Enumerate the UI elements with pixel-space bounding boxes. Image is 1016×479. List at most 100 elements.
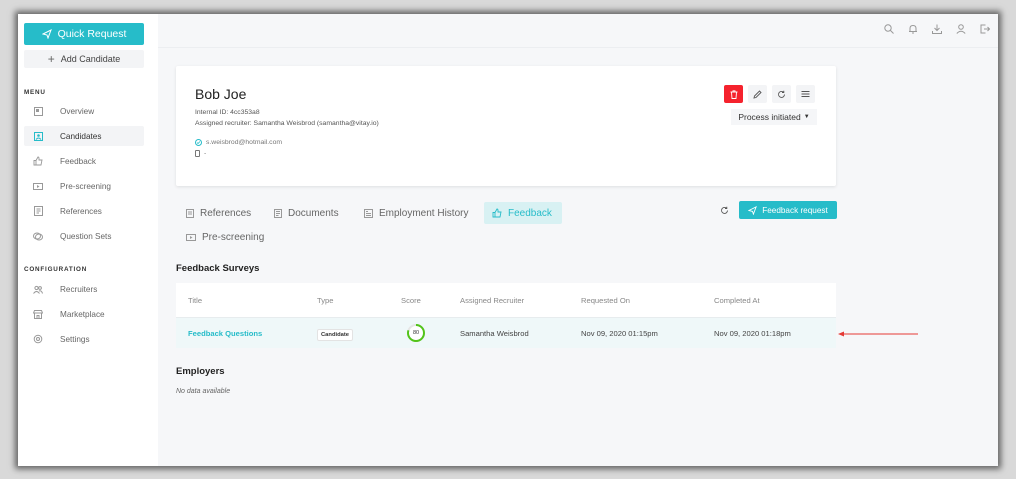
document-icon bbox=[274, 208, 282, 218]
sidebar-item-references[interactable]: References bbox=[24, 201, 144, 221]
employers-empty-message: No data available bbox=[176, 388, 231, 395]
users-icon bbox=[32, 283, 44, 295]
sidebar: Quick Request + Add Candidate MENU Overv… bbox=[18, 14, 158, 466]
tab-label: Feedback bbox=[508, 207, 552, 219]
topbar-icons bbox=[883, 23, 990, 34]
refresh-icon bbox=[778, 90, 785, 98]
candidate-email[interactable]: s.weisbrod@hotmail.com bbox=[206, 139, 282, 146]
survey-requested-on-cell: Nov 09, 2020 01:15pm bbox=[581, 328, 658, 338]
sidebar-item-label: Feedback bbox=[60, 156, 96, 166]
plus-icon: + bbox=[47, 52, 55, 66]
survey-type-badge: Candidate bbox=[317, 328, 354, 341]
tab-label: Employment History bbox=[379, 207, 469, 219]
table-header: Title Type Score Assigned Recruiter Requ… bbox=[176, 283, 836, 317]
thumbs-up-icon bbox=[492, 208, 502, 218]
tab-references[interactable]: References bbox=[178, 202, 259, 224]
reference-icon bbox=[32, 205, 44, 217]
sidebar-item-label: References bbox=[60, 206, 102, 216]
column-header-score: Score bbox=[401, 295, 421, 305]
sidebar-item-settings[interactable]: Settings bbox=[24, 329, 144, 349]
sidebar-item-label: Recruiters bbox=[60, 284, 98, 294]
sidebar-item-label: Candidates bbox=[60, 131, 102, 141]
sidebar-item-pre-screening[interactable]: Pre-screening bbox=[24, 176, 144, 196]
sidebar-item-label: Overview bbox=[60, 106, 95, 116]
tab-label: Pre-screening bbox=[202, 231, 265, 243]
feedback-request-button[interactable]: Feedback request bbox=[739, 201, 837, 219]
candidate-phone: - bbox=[204, 150, 207, 157]
refresh-candidate-button[interactable] bbox=[772, 85, 791, 103]
delete-button[interactable] bbox=[724, 85, 743, 103]
sidebar-item-label: Marketplace bbox=[60, 309, 105, 319]
tab-label: Documents bbox=[288, 207, 339, 219]
email-icon bbox=[195, 139, 202, 146]
column-header-type: Type bbox=[317, 295, 334, 305]
tab-employment-history[interactable]: Employment History bbox=[356, 202, 476, 224]
edit-button[interactable] bbox=[748, 85, 767, 103]
overview-icon bbox=[32, 105, 44, 117]
sidebar-item-recruiters[interactable]: Recruiters bbox=[24, 279, 144, 299]
employers-heading: Employers bbox=[176, 366, 225, 377]
candidate-assigned-recruiter: Assigned recruiter: Samantha Weisbrod (s… bbox=[195, 120, 379, 127]
configuration-section-label: CONFIGURATION bbox=[24, 266, 88, 273]
status-dropdown[interactable]: Process initiated ▼ bbox=[731, 109, 817, 125]
feedback-surveys-table: Title Type Score Assigned Recruiter Requ… bbox=[176, 283, 836, 348]
send-icon bbox=[41, 29, 52, 39]
column-header-completed-at: Completed At bbox=[714, 295, 760, 305]
candidate-email-row: s.weisbrod@hotmail.com bbox=[195, 139, 282, 146]
table-row[interactable]: Feedback Questions Candidate 80 Samantha… bbox=[176, 317, 836, 348]
trash-icon bbox=[730, 89, 737, 99]
phone-icon bbox=[195, 150, 200, 157]
refresh-feedback-button[interactable] bbox=[718, 204, 730, 216]
tab-pre-screening[interactable]: Pre-screening bbox=[178, 226, 272, 248]
topbar-divider bbox=[158, 47, 998, 48]
briefcase-icon bbox=[364, 208, 373, 218]
tab-label: References bbox=[200, 207, 252, 219]
add-candidate-label: Add Candidate bbox=[60, 54, 121, 64]
menu-button[interactable] bbox=[796, 85, 815, 103]
candidates-icon bbox=[32, 130, 44, 142]
sidebar-item-label: Settings bbox=[60, 334, 90, 344]
list-icon bbox=[801, 91, 810, 97]
question-sets-icon bbox=[32, 230, 44, 242]
sidebar-item-overview[interactable]: Overview bbox=[24, 101, 144, 121]
refresh-icon bbox=[720, 206, 728, 214]
quick-request-button[interactable]: Quick Request bbox=[24, 23, 144, 45]
logout-icon[interactable] bbox=[979, 23, 990, 34]
candidate-name: Bob Joe bbox=[195, 86, 247, 102]
survey-completed-at-cell: Nov 09, 2020 01:18pm bbox=[714, 328, 791, 338]
video-icon bbox=[32, 180, 44, 192]
score-value: 80 bbox=[412, 330, 420, 336]
app-window: Quick Request + Add Candidate MENU Overv… bbox=[18, 14, 998, 466]
sidebar-item-label: Question Sets bbox=[60, 231, 112, 241]
user-icon[interactable] bbox=[955, 23, 966, 34]
feedback-request-label: Feedback request bbox=[762, 205, 828, 215]
video-icon bbox=[186, 233, 196, 242]
store-icon bbox=[32, 308, 44, 320]
thumbs-up-icon bbox=[32, 155, 44, 167]
survey-title-link[interactable]: Feedback Questions bbox=[188, 329, 262, 338]
column-header-title: Title bbox=[188, 295, 203, 305]
add-candidate-button[interactable]: + Add Candidate bbox=[24, 50, 144, 68]
send-icon bbox=[748, 205, 758, 215]
bell-icon[interactable] bbox=[907, 23, 918, 34]
column-header-assigned-recruiter: Assigned Recruiter bbox=[460, 295, 525, 305]
reference-icon bbox=[186, 208, 194, 218]
sidebar-item-candidates[interactable]: Candidates bbox=[24, 126, 144, 146]
sidebar-item-question-sets[interactable]: Question Sets bbox=[24, 226, 144, 246]
tab-feedback[interactable]: Feedback bbox=[484, 202, 562, 224]
candidate-phone-row: - bbox=[195, 150, 206, 157]
pencil-icon bbox=[753, 89, 762, 99]
status-dropdown-label: Process initiated bbox=[738, 112, 801, 122]
download-icon[interactable] bbox=[931, 23, 942, 34]
feedback-surveys-heading: Feedback Surveys bbox=[176, 263, 260, 274]
sidebar-item-feedback[interactable]: Feedback bbox=[24, 151, 144, 171]
search-icon[interactable] bbox=[883, 23, 894, 34]
gear-icon bbox=[32, 333, 44, 345]
caret-down-icon: ▼ bbox=[803, 114, 810, 120]
column-header-requested-on: Requested On bbox=[581, 295, 630, 305]
tab-documents[interactable]: Documents bbox=[266, 202, 347, 224]
candidate-internal-id: Internal ID: 4cc353a8 bbox=[195, 109, 260, 116]
annotation-arrow bbox=[838, 331, 918, 337]
score-ring: 80 bbox=[406, 323, 426, 343]
sidebar-item-marketplace[interactable]: Marketplace bbox=[24, 304, 144, 324]
